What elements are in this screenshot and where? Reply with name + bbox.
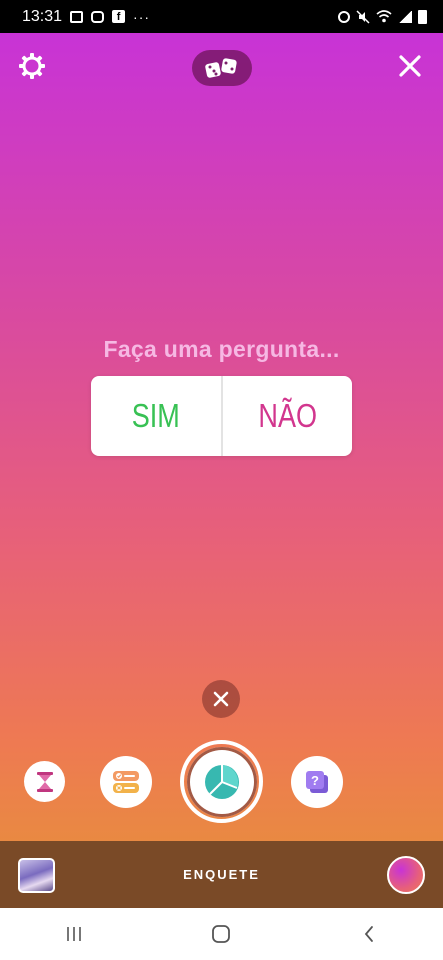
- poll-option-yes[interactable]: SIM: [103, 376, 209, 456]
- recent-apps-icon: [67, 927, 81, 941]
- alarm-icon: [338, 10, 350, 23]
- more-icon: ···: [133, 8, 151, 25]
- poll-question-input[interactable]: Faça uma pergunta...: [0, 336, 443, 363]
- color-picker-button[interactable]: [387, 856, 425, 894]
- settings-button[interactable]: [18, 52, 46, 80]
- wifi-icon: [376, 10, 392, 23]
- close-button[interactable]: [398, 54, 422, 78]
- dice-icon: [205, 58, 237, 78]
- gear-icon: [19, 53, 45, 79]
- gallery-icon: [70, 10, 84, 23]
- home-button[interactable]: [201, 914, 241, 954]
- status-bar: 13:31 f ···: [0, 0, 443, 33]
- countdown-button[interactable]: [24, 761, 65, 802]
- status-left: 13:31 f ···: [22, 8, 150, 26]
- status-right: [338, 9, 427, 24]
- capture-inner: [186, 746, 257, 817]
- questions-icon: ?: [306, 771, 328, 793]
- close-icon: [213, 691, 229, 707]
- status-time: 13:31: [22, 7, 63, 25]
- mode-label[interactable]: ENQUETE: [0, 867, 443, 882]
- quiz-button[interactable]: [100, 756, 152, 808]
- capture-button[interactable]: [180, 740, 263, 823]
- home-icon: [212, 925, 231, 943]
- quiz-icon: [113, 771, 139, 793]
- poll-sticker[interactable]: SIM NÃO: [91, 376, 352, 456]
- poll-divider: [220, 376, 223, 456]
- svg-text:?: ?: [311, 773, 319, 788]
- mute-icon: [356, 9, 370, 24]
- poll-option-no[interactable]: NÃO: [234, 376, 340, 456]
- dismiss-sticker-button[interactable]: [202, 680, 240, 718]
- poll-icon: [204, 764, 239, 799]
- questions-button[interactable]: ?: [291, 756, 343, 808]
- battery-icon: [418, 9, 427, 24]
- signal-icon: [398, 10, 412, 23]
- countdown-icon: [36, 771, 53, 792]
- back-button[interactable]: [349, 914, 389, 954]
- navigation-bar: [0, 908, 443, 960]
- back-icon: [364, 926, 374, 942]
- dice-button[interactable]: [192, 50, 252, 86]
- recent-apps-button[interactable]: [54, 914, 94, 954]
- close-icon: [399, 55, 421, 77]
- facebook-icon: f: [112, 10, 126, 23]
- instagram-icon: [91, 10, 105, 23]
